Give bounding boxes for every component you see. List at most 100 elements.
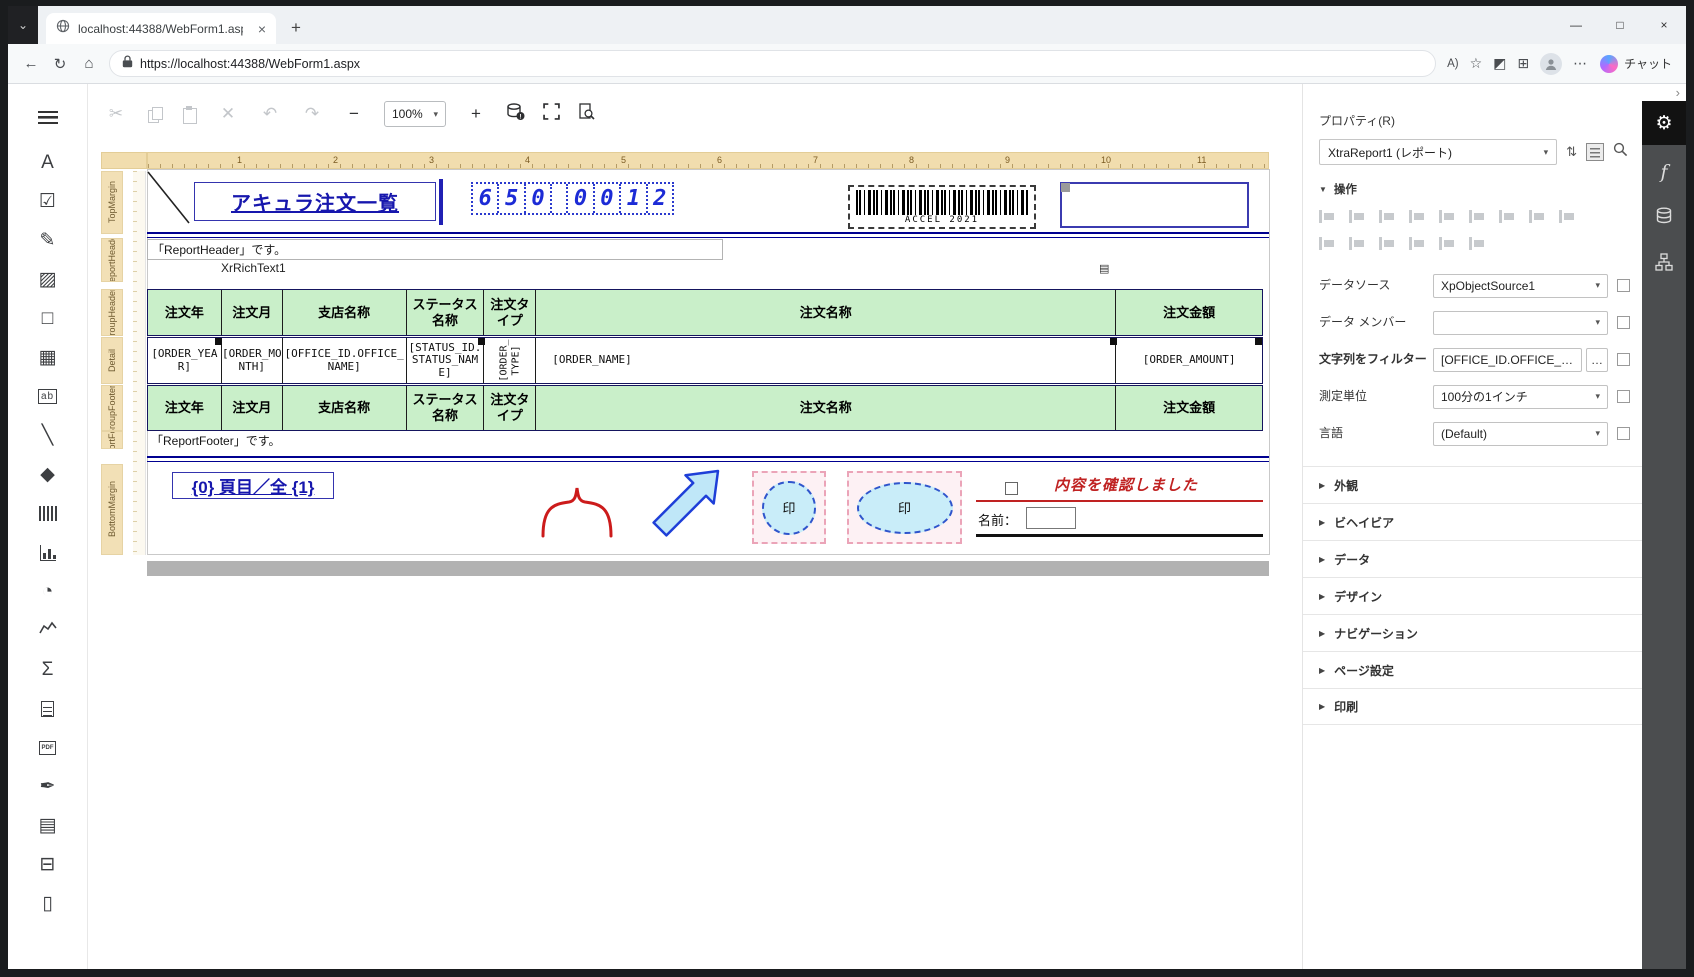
footer-cell[interactable]: 注文タイプ — [484, 386, 536, 430]
minimize-button[interactable]: — — [1554, 6, 1598, 44]
property-group[interactable]: ▶ナビゲーション — [1303, 614, 1642, 651]
vertical-line-element[interactable] — [439, 179, 443, 225]
layout-action-icon[interactable] — [1349, 236, 1366, 251]
crossband-tool-button[interactable]: ▯ — [25, 884, 71, 923]
close-button[interactable]: × — [1642, 6, 1686, 44]
header-cell[interactable]: 支店名称 — [283, 290, 407, 335]
property-checkbox[interactable] — [1617, 316, 1630, 329]
band-tab-bottommargin[interactable]: BottomMargin — [101, 464, 123, 555]
copilot-button[interactable]: チャット — [1600, 55, 1672, 73]
copy-button[interactable] — [146, 106, 163, 123]
layout-action-icon[interactable] — [1469, 236, 1486, 251]
browser-tab[interactable]: localhost:44388/WebForm1.aspx × — [46, 13, 276, 44]
footer-cell[interactable]: ステータス名称 — [407, 386, 485, 430]
property-editor-dropdown[interactable]: ▾ — [1433, 311, 1608, 335]
layout-action-icon[interactable] — [1319, 236, 1336, 251]
delete-button[interactable]: ✕ — [216, 104, 240, 124]
collapse-panel-button[interactable]: › — [1642, 84, 1686, 101]
detail-cell[interactable]: [ORDER_YEAR] — [148, 338, 222, 383]
zoom-out-button[interactable]: − — [342, 104, 366, 124]
red-underline[interactable] — [976, 500, 1263, 502]
detail-cell[interactable]: [OFFICE_ID.OFFICE_NAME] — [283, 338, 407, 383]
horizontal-scrollbar[interactable] — [147, 561, 1269, 576]
page-info-element[interactable]: {0} 頁目／全 {1} — [172, 472, 334, 499]
search-icon[interactable] — [1613, 142, 1628, 162]
panel-tool-button[interactable]: □ — [25, 299, 71, 338]
layout-action-icon[interactable] — [1409, 209, 1426, 224]
pagebreak-tool-button[interactable]: ⊟ — [25, 845, 71, 884]
ellipsis-button[interactable]: … — [1586, 348, 1608, 372]
property-editor-dropdown[interactable]: (Default)▾ — [1433, 422, 1608, 446]
layout-action-icon[interactable] — [1409, 236, 1426, 251]
confirm-checkbox[interactable] — [1005, 482, 1018, 495]
address-bar[interactable]: https://localhost:44388/WebForm1.aspx — [109, 50, 1436, 77]
layout-action-icon[interactable] — [1439, 209, 1456, 224]
line-tool-button[interactable]: ╲ — [25, 416, 71, 455]
property-group[interactable]: ▶印刷 — [1303, 688, 1642, 725]
properties-tab[interactable]: ⚙ — [1642, 101, 1686, 145]
property-editor-text[interactable]: [OFFICE_ID.OFFICE_ID] ... — [1433, 348, 1582, 372]
property-checkbox[interactable] — [1617, 279, 1630, 292]
layout-action-icon[interactable] — [1469, 209, 1486, 224]
layout-action-icon[interactable] — [1499, 209, 1516, 224]
report-element-select[interactable]: XtraReport1 (レポート) ▾ — [1319, 139, 1557, 165]
detail-cell[interactable]: [ORDER_MONTH] — [222, 338, 283, 383]
layout-action-icon[interactable] — [1379, 236, 1396, 251]
sort-icon[interactable]: ⇅ — [1566, 144, 1577, 160]
panel-element[interactable] — [1060, 182, 1249, 228]
smart-tag-handle[interactable] — [478, 338, 485, 345]
layout-action-icon[interactable] — [1319, 209, 1336, 224]
fullscreen-button[interactable] — [543, 103, 560, 125]
smart-tag-icon[interactable]: ▤ — [1099, 262, 1109, 275]
shape-tool-button[interactable]: ◆ — [25, 455, 71, 494]
black-line-element[interactable] — [976, 534, 1263, 537]
property-group[interactable]: ▶データ — [1303, 540, 1642, 577]
menu-button[interactable] — [25, 98, 71, 137]
group-footer-row[interactable]: 注文年注文月支店名称ステータス名称注文タイプ注文名称注文金額 — [147, 385, 1263, 431]
footer-cell[interactable]: 支店名称 — [283, 386, 407, 430]
zip-box[interactable]: 6500012 — [471, 182, 674, 215]
sparkline-tool-button[interactable] — [25, 611, 71, 650]
extensions-button[interactable]: ◩ — [1493, 55, 1506, 72]
smart-tag-handle[interactable] — [1255, 338, 1262, 345]
paste-button[interactable] — [181, 106, 198, 123]
band-tab-reportfooter[interactable]: ReportFooter — [101, 431, 123, 449]
smart-tag-handle[interactable] — [1110, 338, 1117, 345]
detail-cell[interactable]: [ORDER_NAME] — [536, 338, 1116, 383]
expressions-tab[interactable]: f — [1642, 153, 1686, 191]
character-comb-tool-button[interactable]: ab — [25, 377, 71, 416]
profile-avatar[interactable] — [1540, 53, 1562, 75]
detail-row[interactable]: [ORDER_YEAR][ORDER_MONTH][OFFICE_ID.OFFI… — [147, 337, 1263, 384]
property-checkbox[interactable] — [1617, 427, 1630, 440]
section-actions[interactable]: ▼ 操作 — [1319, 181, 1626, 197]
name-field[interactable] — [1026, 507, 1076, 529]
name-label[interactable]: 名前： — [978, 510, 1017, 529]
favorites-button[interactable]: ☆ — [1470, 55, 1483, 72]
layout-action-icon[interactable] — [1559, 209, 1576, 224]
report-title-label[interactable]: アキュラ注文一覧 — [194, 182, 436, 221]
tab-search-button[interactable]: ⌄ — [8, 6, 38, 44]
detail-cell[interactable]: [STATUS_ID.STATUS_NAME] — [407, 338, 485, 383]
property-checkbox[interactable] — [1617, 353, 1630, 366]
pageinfo-tool-button[interactable] — [25, 689, 71, 728]
undo-button[interactable]: ↶ — [258, 104, 282, 124]
new-tab-button[interactable]: + — [282, 14, 310, 42]
footer-cell[interactable]: 注文年 — [148, 386, 222, 430]
property-editor-dropdown[interactable]: 100分の1インチ▾ — [1433, 385, 1608, 409]
report-structure-tab[interactable] — [1642, 245, 1686, 283]
group-header-row[interactable]: 注文年注文月支店名称ステータス名称注文タイプ注文名称注文金額 — [147, 289, 1263, 336]
smart-tag-handle[interactable] — [215, 338, 222, 345]
barcode-tool-button[interactable] — [25, 494, 71, 533]
detail-cell[interactable]: [ORDER_AMOUNT] — [1116, 338, 1262, 383]
signature-tool-button[interactable]: ✒ — [25, 767, 71, 806]
property-group[interactable]: ▶デザイン — [1303, 577, 1642, 614]
header-cell[interactable]: 注文年 — [148, 290, 222, 335]
layout-action-icon[interactable] — [1349, 209, 1366, 224]
maximize-button[interactable]: □ — [1598, 6, 1642, 44]
band-tab-groupfooter1[interactable]: GroupFooter1 — [101, 385, 123, 431]
collections-button[interactable]: ⊞ — [1517, 55, 1529, 72]
chart-tool-button[interactable] — [25, 533, 71, 572]
property-group[interactable]: ▶外観 — [1303, 466, 1642, 503]
header-cell[interactable]: ステータス名称 — [407, 290, 485, 335]
stamp-circle-element[interactable]: 印 — [752, 471, 826, 544]
